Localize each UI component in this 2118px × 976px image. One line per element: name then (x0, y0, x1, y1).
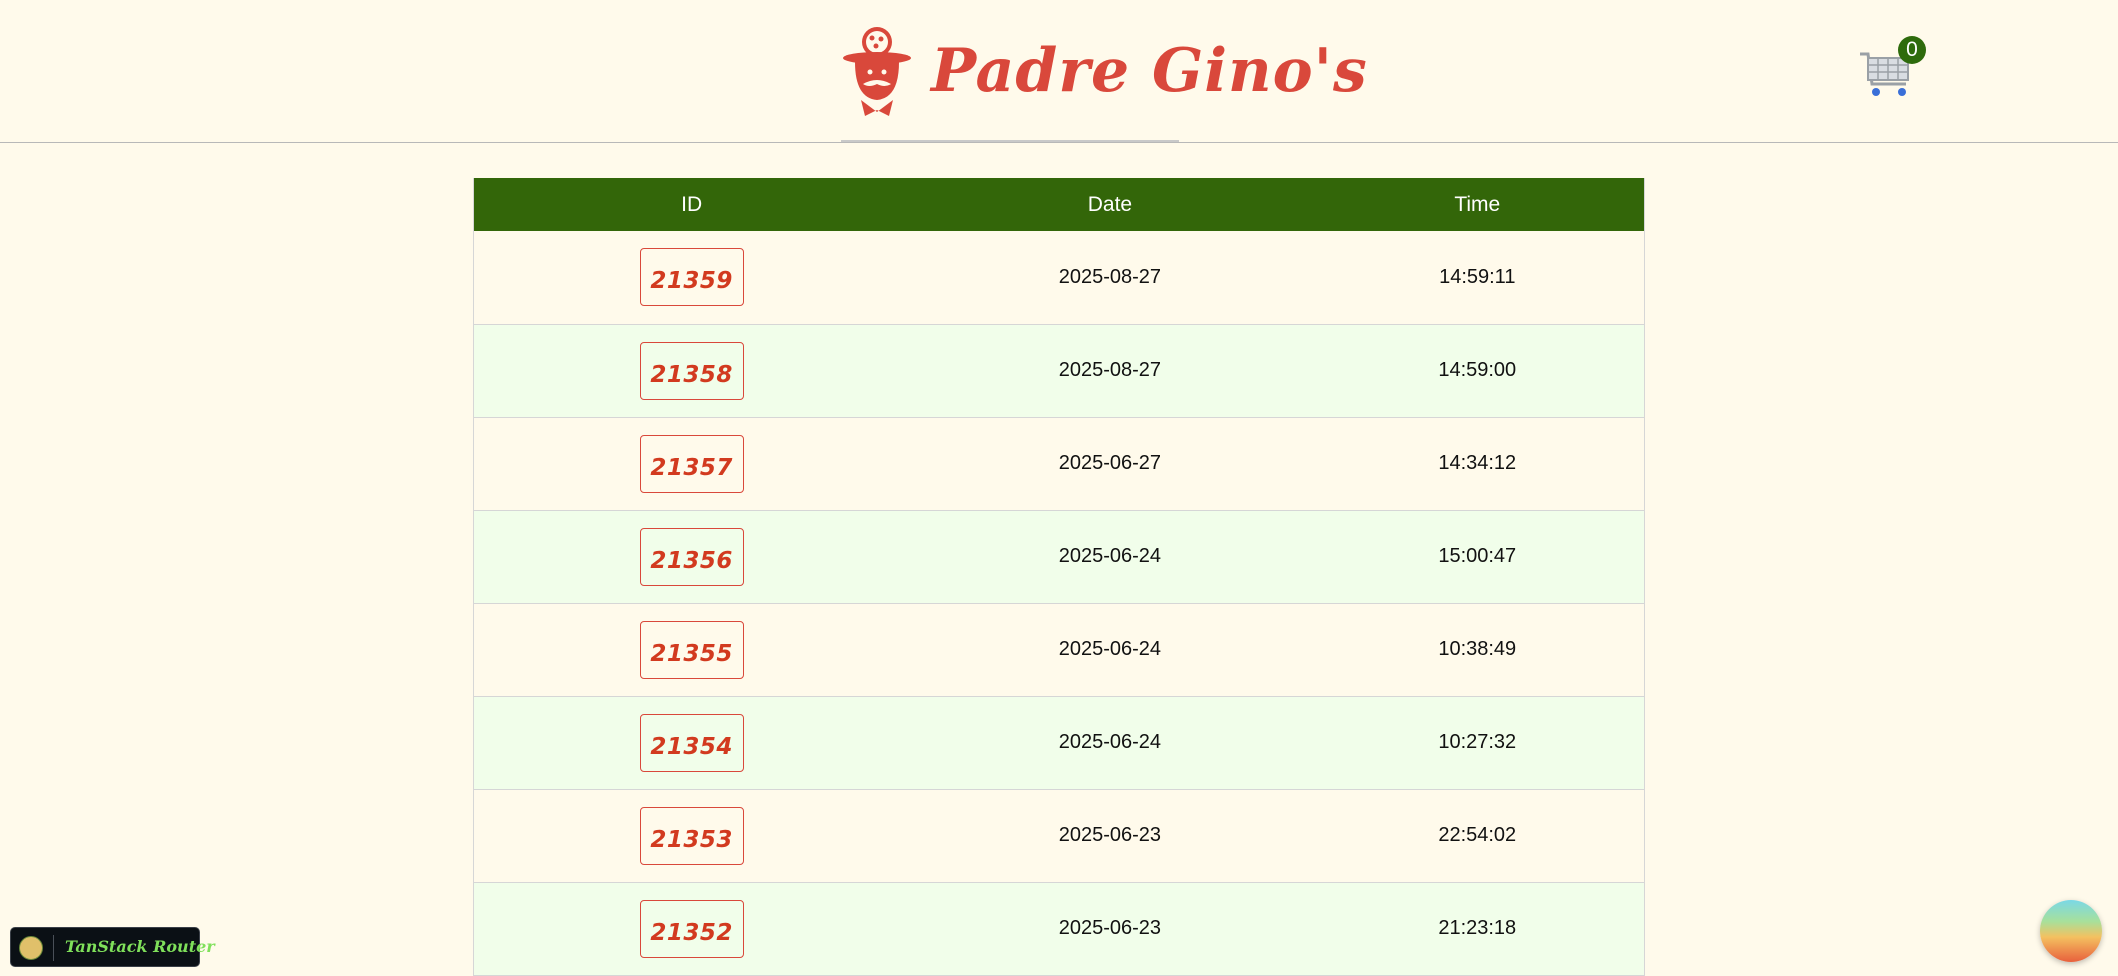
order-id-cell: 21354 (474, 696, 910, 789)
query-devtools-button[interactable] (2040, 900, 2102, 962)
table-row: 21352 2025-06-23 21:23:18 (473, 882, 1645, 975)
order-id-button[interactable]: 21352 (639, 899, 744, 958)
order-date-cell: 2025-06-24 (1058, 731, 1162, 753)
devtools-divider (53, 935, 54, 961)
order-time-cell: 10:38:49 (1438, 638, 1517, 660)
order-date-cell: 2025-08-27 (1058, 359, 1162, 381)
order-id-button[interactable]: 21357 (639, 434, 744, 493)
table-header-row: ID Date Time (473, 178, 1645, 231)
column-header-time: Time (1454, 192, 1501, 216)
order-id-button[interactable]: 21355 (639, 620, 744, 679)
column-header-id: ID (681, 192, 703, 216)
order-date-cell: 2025-06-27 (1058, 452, 1162, 474)
order-time-cell: 14:34:12 (1438, 452, 1517, 474)
tanstack-logo-icon (19, 936, 43, 960)
home-logo-link[interactable]: Padre Gino's (841, 22, 1367, 142)
order-date-cell: 2025-08-27 (1058, 265, 1162, 288)
order-id-cell: 21355 (474, 603, 910, 696)
order-date-cell: 2025-06-23 (1058, 917, 1162, 939)
column-header-date: Date (1087, 192, 1133, 216)
order-id-cell: 21352 (474, 882, 910, 975)
order-id-button[interactable]: 21354 (639, 713, 744, 772)
table-row: 21356 2025-06-24 15:00:47 (473, 510, 1645, 603)
cart-button[interactable]: 0 (1858, 36, 1926, 102)
brand-name: Padre Gino's (931, 36, 1368, 106)
order-id-cell: 21359 (474, 231, 910, 324)
orders-table: ID Date Time 21359 2025-08-27 14:59:11 2… (473, 178, 1645, 976)
cart-count-badge: 0 (1898, 36, 1926, 64)
order-id-cell: 21353 (474, 789, 910, 882)
orders-table-container: ID Date Time 21359 2025-08-27 14:59:11 2… (473, 178, 1645, 976)
order-time-cell: 14:59:11 (1439, 265, 1516, 288)
table-row: 21358 2025-08-27 14:59:00 (473, 324, 1645, 417)
order-date-cell: 2025-06-24 (1058, 545, 1162, 567)
table-row: 21359 2025-08-27 14:59:11 (473, 231, 1645, 324)
order-time-cell: 21:23:18 (1438, 917, 1517, 939)
order-id-button[interactable]: 21356 (639, 527, 744, 586)
order-date-cell: 2025-06-24 (1058, 638, 1162, 660)
order-time-cell: 14:59:00 (1438, 359, 1517, 381)
devtools-label: TanStack Router (65, 937, 215, 956)
table-row: 21354 2025-06-24 10:27:32 (473, 696, 1645, 789)
order-date-cell: 2025-06-23 (1058, 824, 1162, 846)
tanstack-router-devtools-button[interactable]: TanStack Router (10, 927, 215, 967)
order-id-button[interactable]: 21359 (639, 248, 744, 307)
order-id-cell: 21357 (474, 417, 910, 510)
order-id-cell: 21356 (474, 510, 910, 603)
chef-logo-icon (843, 27, 911, 116)
order-time-cell: 10:27:32 (1438, 731, 1517, 753)
order-time-cell: 22:54:02 (1438, 824, 1517, 846)
site-header: Padre Gino's 0 (0, 0, 2118, 143)
table-row: 21357 2025-06-27 14:34:12 (473, 417, 1645, 510)
table-row: 21353 2025-06-23 22:54:02 (473, 789, 1645, 882)
order-id-button[interactable]: 21358 (639, 341, 744, 400)
table-row: 21355 2025-06-24 10:38:49 (473, 603, 1645, 696)
order-id-button[interactable]: 21353 (639, 806, 744, 865)
order-id-cell: 21358 (474, 324, 910, 417)
order-time-cell: 15:00:47 (1438, 545, 1517, 567)
